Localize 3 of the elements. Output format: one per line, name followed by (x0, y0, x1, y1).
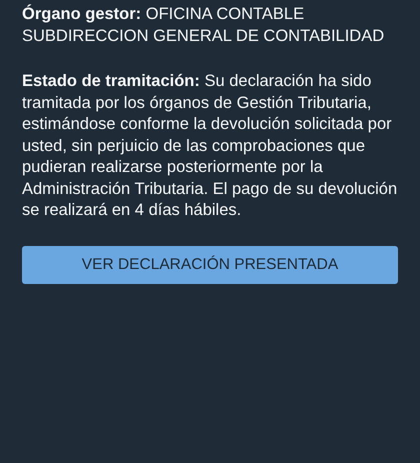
detail-paragraph: Estado de tramitación: Su declaración ha sido tramitada por los órganos de Gestión Tributaria, estimándose conforme la devolución solicitada por usted, sin perjuicio de las comprobaciones que pudieran realizarse posteriormente por la Administración Tributaria. El pago de su devolución se realizará en 4 días hábiles. (22, 71, 398, 221)
view-declaration-button[interactable]: VER DECLARACIÓN PRESENTADA (22, 246, 398, 284)
detail-paragraph: Órgano gestor: OFICINA CONTABLE SUBDIRECCION GENERAL DE CONTABILIDAD (22, 4, 386, 46)
